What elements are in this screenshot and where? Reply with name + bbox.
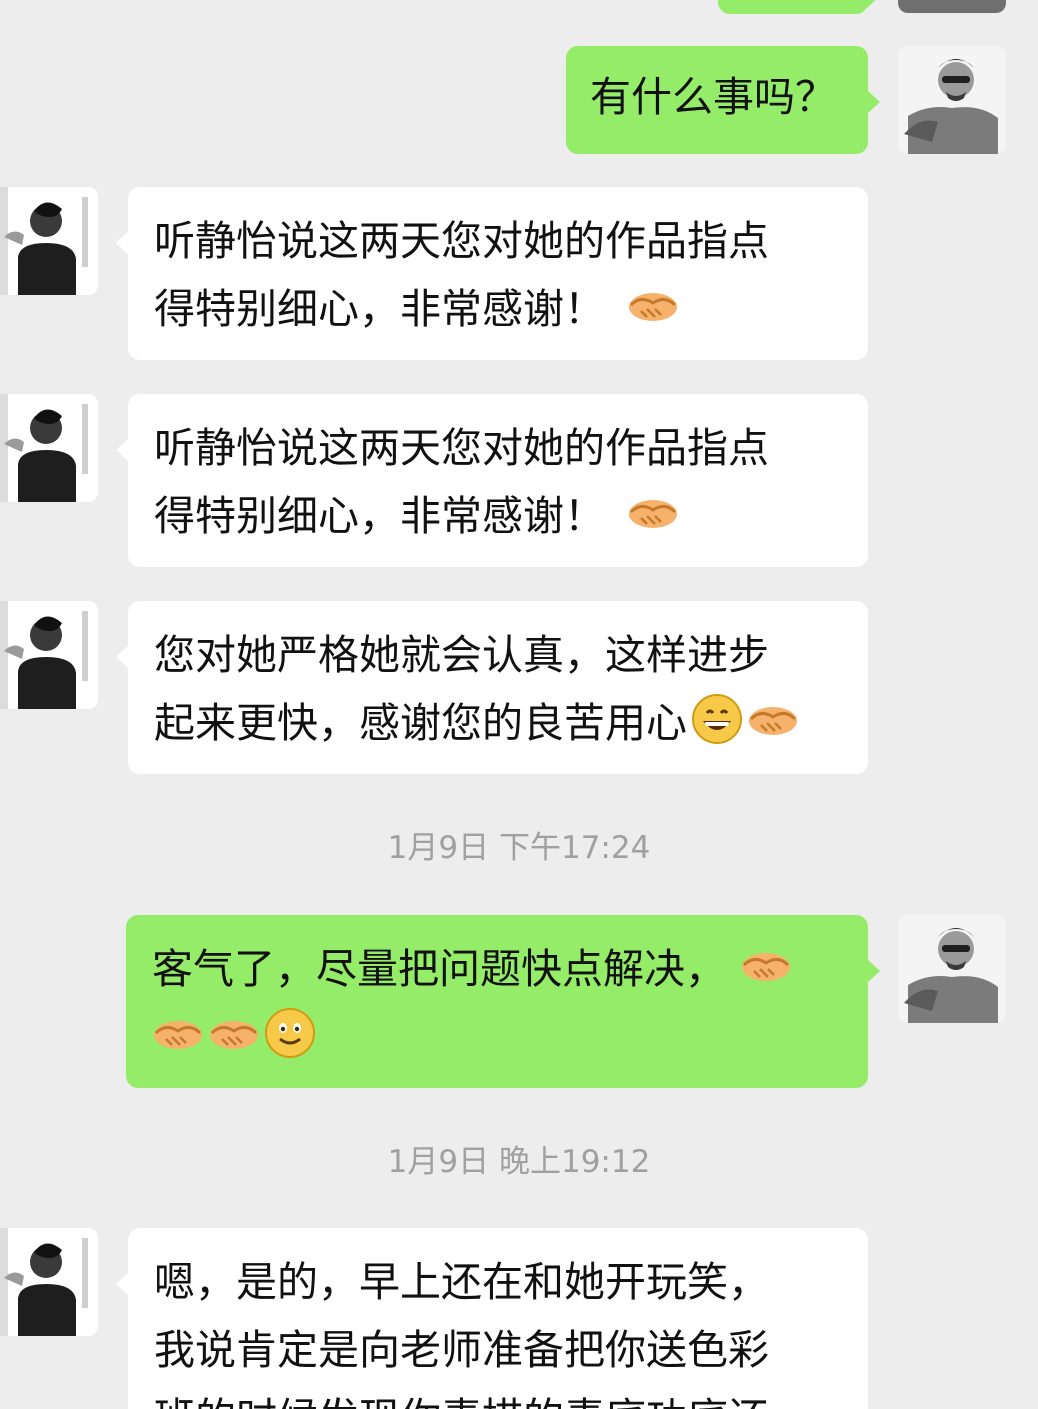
message-bubble-sent[interactable]: 有什么事吗？ [566, 46, 880, 154]
message-bubble-sent[interactable]: 客气了，尽量把问题快点解决， [126, 915, 880, 1088]
message-text-line: 我说肯定是向老师准备把你送色彩 [154, 1326, 769, 1374]
chat-message-list[interactable]: 有什么事吗？ 听静怡说这两天您对她的作品指点 得特别细心，非常感谢！ 听静怡说这… [0, 0, 1038, 1409]
contact-avatar[interactable] [0, 394, 98, 502]
message-text-line: 您对她严格她就会认真，这样进步 [154, 631, 769, 679]
contact-avatar[interactable] [0, 187, 98, 295]
message-text-line: 得特别细心，非常感谢！ [154, 285, 605, 333]
message-text-line: 嗯，是的，早上还在和她开玩笑， [154, 1258, 769, 1306]
handshake-icon [627, 279, 679, 331]
message-bubble-received[interactable]: 听静怡说这两天您对她的作品指点 得特别细心，非常感谢！ [116, 394, 868, 567]
contact-avatar[interactable] [0, 1228, 98, 1336]
message-text-line: 听静怡说这两天您对她的作品指点 [154, 217, 769, 265]
message-text-line: 得特别细心，非常感谢！ [154, 492, 605, 540]
message-text-line: 客气了，尽量把问题快点解决， [152, 945, 726, 993]
user-avatar[interactable] [898, 0, 1006, 13]
handshake-icon [152, 1007, 204, 1059]
handshake-icon [740, 939, 792, 991]
message-text-line: 听静怡说这两天您对她的作品指点 [154, 424, 769, 472]
user-avatar[interactable] [898, 915, 1006, 1023]
timestamp: 1月9日 晚上19:12 [387, 1144, 651, 1180]
smiling-face-icon [264, 1007, 316, 1059]
timestamp: 1月9日 下午17:24 [387, 830, 651, 866]
user-avatar[interactable] [898, 46, 1006, 154]
message-bubble-sent[interactable] [718, 0, 880, 14]
message-bubble-received[interactable]: 听静怡说这两天您对她的作品指点 得特别细心，非常感谢！ [116, 187, 868, 360]
handshake-icon [627, 486, 679, 538]
grinning-face-icon [691, 693, 743, 745]
handshake-icon [208, 1007, 260, 1059]
message-text-line: 班的时候发现你素描的素底功底还 [154, 1384, 842, 1409]
contact-avatar[interactable] [0, 601, 98, 709]
message-text-line: 起来更快，感谢您的良苦用心 [154, 699, 687, 747]
message-bubble-received[interactable]: 您对她严格她就会认真，这样进步 起来更快，感谢您的良苦用心 [116, 601, 868, 774]
message-text: 有什么事吗？ [590, 73, 836, 121]
message-bubble-received[interactable]: 嗯，是的，早上还在和她开玩笑， 我说肯定是向老师准备把你送色彩 班的时候发现你素… [116, 1228, 868, 1409]
handshake-icon [747, 693, 799, 745]
